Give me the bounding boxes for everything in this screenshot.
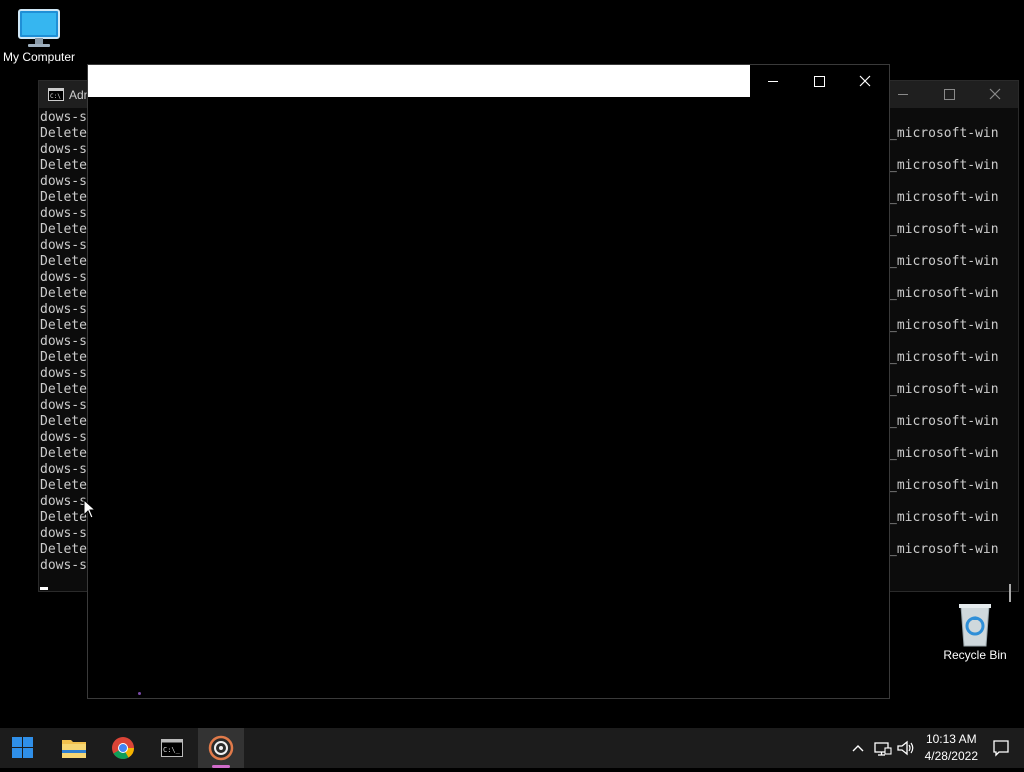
clock-time: 10:13 AM — [925, 732, 977, 746]
svg-text:C:\_: C:\_ — [163, 746, 181, 754]
console-line: _microsoft-win — [889, 382, 999, 397]
minimize-icon — [768, 81, 778, 82]
console-line: Delete — [40, 286, 87, 301]
taskbar-media-app[interactable] — [198, 728, 244, 768]
disc-icon — [208, 735, 234, 761]
console-line: dows-s — [40, 334, 87, 349]
svg-text:C:\: C:\ — [50, 93, 61, 100]
recycle-bin-icon — [959, 604, 991, 647]
terminal-icon: C:\ — [48, 88, 64, 101]
content-dot — [138, 692, 141, 695]
taskbar-command-prompt[interactable]: C:\_ — [149, 728, 195, 768]
console-line: dows-s — [40, 366, 87, 381]
network-icon[interactable] — [871, 737, 893, 759]
console-line: dows-s — [40, 462, 87, 477]
desktop-icon-my-computer[interactable]: My Computer — [0, 8, 78, 64]
console-line: _microsoft-win — [889, 158, 999, 173]
start-button[interactable] — [0, 728, 46, 768]
foreground-close-button[interactable] — [842, 65, 888, 97]
notification-icon[interactable] — [990, 737, 1012, 759]
windows-logo-icon — [12, 737, 33, 758]
console-line: dows-s — [40, 302, 87, 317]
close-icon — [989, 88, 1001, 100]
console-line: Delete — [40, 382, 87, 397]
taskbar-file-explorer[interactable] — [51, 728, 97, 768]
console-line: dows-s — [40, 206, 87, 221]
console-caret — [40, 587, 48, 590]
console-line: Delete — [40, 414, 87, 429]
console-line: dows-s — [40, 238, 87, 253]
close-icon — [859, 75, 871, 87]
console-line: Delete — [40, 350, 87, 365]
console-line: dows-s — [40, 142, 87, 157]
mouse-cursor-icon — [83, 499, 97, 519]
console-line: Delete — [40, 126, 87, 141]
foreground-minimize-button[interactable] — [750, 65, 796, 97]
console-line: dows-s — [40, 110, 87, 125]
console-line: Delete — [40, 542, 87, 557]
console-line: _microsoft-win — [889, 510, 999, 525]
chrome-icon — [112, 737, 134, 759]
monitor-icon — [18, 9, 60, 47]
volume-icon[interactable] — [895, 737, 917, 759]
console-line: _microsoft-win — [889, 286, 999, 301]
console-line: _microsoft-win — [889, 318, 999, 333]
maximize-icon — [814, 76, 825, 87]
console-right-output: _microsoft-win _microsoft-win _microsoft-w… — [889, 126, 1009, 574]
console-left-output: dows-s Delete dows-s Delete dows-s Delete dows… — [40, 110, 88, 574]
foreground-maximize-button[interactable] — [796, 65, 842, 97]
clock-date: 4/28/2022 — [924, 749, 978, 763]
console-line: Delete — [40, 158, 87, 173]
console-line: dows-s — [40, 494, 87, 509]
console-close-button[interactable] — [972, 81, 1018, 108]
console-line: Delete — [40, 254, 87, 269]
console-line: _microsoft-win — [889, 190, 999, 205]
console-line: _microsoft-win — [889, 414, 999, 429]
folder-icon — [62, 740, 86, 758]
console-line: Delete — [40, 222, 87, 237]
console-line: Delete — [40, 446, 87, 461]
terminal-icon: C:\_ — [161, 739, 183, 757]
console-line: _microsoft-win — [889, 222, 999, 237]
console-line: _microsoft-win — [889, 446, 999, 461]
foreground-window[interactable] — [87, 64, 890, 699]
taskbar-chrome[interactable] — [100, 728, 146, 768]
console-line: Delete — [40, 190, 87, 205]
desktop-icon-recycle-bin[interactable]: Recycle Bin — [940, 602, 1010, 662]
console-line: dows-s — [40, 174, 87, 189]
console-line: Delete — [40, 510, 87, 525]
chevron-up-icon[interactable] — [847, 737, 869, 759]
console-line: _microsoft-win — [889, 126, 999, 141]
console-line: dows-s — [40, 270, 87, 285]
desktop-icon-label: My Computer — [2, 50, 76, 64]
console-scrollbar[interactable] — [1009, 584, 1011, 602]
foreground-title-area[interactable] — [88, 65, 750, 97]
console-line: dows-s — [40, 526, 87, 541]
taskbar: C:\_ 10:13 AM 4/28/2022 — [0, 728, 1024, 768]
console-line: dows-s — [40, 398, 87, 413]
console-line: _microsoft-win — [889, 542, 999, 557]
console-line: _microsoft-win — [889, 478, 999, 493]
console-line: dows-s — [40, 430, 87, 445]
maximize-icon — [944, 89, 955, 100]
console-line: _microsoft-win — [889, 350, 999, 365]
console-line: dows-s — [40, 558, 87, 573]
console-line: _microsoft-win — [889, 254, 999, 269]
console-line: Delete — [40, 318, 87, 333]
console-line: Delete — [40, 478, 87, 493]
console-maximize-button[interactable] — [926, 81, 972, 108]
system-clock[interactable]: 10:13 AM 4/28/2022 — [925, 731, 978, 765]
desktop-icon-label: Recycle Bin — [943, 648, 1007, 662]
